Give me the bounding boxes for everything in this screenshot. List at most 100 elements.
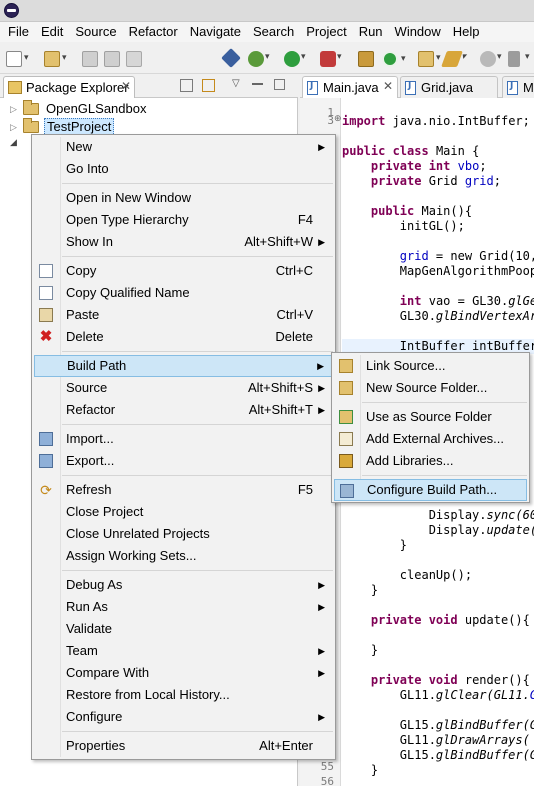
menu-item-export[interactable]: Export... — [34, 450, 333, 472]
menu-item-copy-qualified-name[interactable]: Copy Qualified Name — [34, 282, 333, 304]
menu-edit[interactable]: Edit — [35, 22, 69, 42]
collapse-all-icon[interactable] — [180, 79, 193, 92]
submenu-arrow-icon: ▶ — [318, 668, 325, 678]
menu-item-close-unrelated-projects[interactable]: Close Unrelated Projects — [34, 523, 333, 545]
menu-item-team[interactable]: Team ▶ — [34, 640, 333, 662]
menu-item-close-project[interactable]: Close Project — [34, 501, 333, 523]
tab-package-explorer[interactable]: Package Explorer ✕ — [3, 76, 135, 98]
code-line[interactable]: cleanUp(); — [342, 568, 472, 583]
menu-item-run-as[interactable]: Run As ▶ — [34, 596, 333, 618]
search-icon[interactable] — [441, 51, 463, 67]
code-line[interactable]: Display.update() — [342, 523, 534, 538]
tab-grid-java[interactable]: Grid.java — [400, 76, 498, 98]
code-line[interactable]: Display.sync(60) — [342, 508, 534, 523]
menu-item-configure-build-path[interactable]: Configure Build Path... — [334, 479, 527, 501]
tree-item-opengl-sandbox[interactable]: ▷ OpenGLSandbox — [10, 100, 210, 118]
menu-item-open-in-new-window[interactable]: Open in New Window — [34, 187, 333, 209]
menu-project[interactable]: Project — [300, 22, 352, 42]
tab-m[interactable]: M — [502, 76, 534, 98]
link-with-editor-icon[interactable] — [202, 79, 215, 92]
print-icon[interactable] — [126, 51, 142, 67]
code-line[interactable]: GL30.glBindVertexArr — [342, 309, 534, 324]
maximize-icon[interactable] — [274, 79, 285, 90]
code-line[interactable]: } — [342, 538, 407, 553]
menu-file[interactable]: File — [2, 22, 35, 42]
menu-item-delete[interactable]: ✖ Delete Delete — [34, 326, 333, 348]
menu-item-go-into[interactable]: Go Into — [34, 158, 333, 180]
close-icon[interactable]: ✕ — [121, 79, 131, 93]
menubar: File Edit Source Refactor Navigate Searc… — [0, 22, 534, 42]
menu-item-add-external-archives[interactable]: Add External Archives... — [334, 428, 527, 450]
new-class-icon[interactable] — [382, 51, 406, 67]
eclipse-app-icon[interactable] — [4, 3, 19, 18]
menu-refactor[interactable]: Refactor — [123, 22, 184, 42]
save-icon[interactable] — [82, 51, 98, 67]
code-line[interactable]: private Grid grid; — [342, 174, 501, 189]
menu-item-properties[interactable]: Properties Alt+Enter — [34, 735, 333, 757]
menu-run[interactable]: Run — [353, 22, 389, 42]
code-line[interactable]: } — [342, 763, 378, 778]
code-line[interactable]: initGL(); — [342, 219, 465, 234]
code-line[interactable]: MapGenAlgorithmPoop. — [342, 264, 534, 279]
menu-item-new[interactable]: New ▶ — [34, 136, 333, 158]
fold-icon[interactable]: ⊕ — [334, 114, 342, 124]
code-line[interactable]: int vao = GL30.glGen — [342, 294, 534, 309]
menu-item-debug-as[interactable]: Debug As ▶ — [34, 574, 333, 596]
code-line[interactable]: GL11.glDrawArrays( — [342, 733, 530, 748]
menu-item-copy[interactable]: Copy Ctrl+C — [34, 260, 333, 282]
new-java-project-icon[interactable] — [44, 51, 67, 67]
menu-item-validate[interactable]: Validate — [34, 618, 333, 640]
minimize-icon[interactable] — [252, 83, 263, 85]
save-all-icon[interactable] — [104, 51, 120, 67]
debug-icon[interactable] — [248, 51, 270, 67]
menu-item-use-as-source-folder[interactable]: Use as Source Folder — [334, 406, 527, 428]
view-menu-icon[interactable]: ▽ — [232, 78, 240, 89]
annotation-nav-icon[interactable] — [480, 51, 502, 67]
menu-item-show-in[interactable]: Show In Alt+Shift+W ▶ — [34, 231, 333, 253]
collapse-arrow-icon[interactable]: ◢ — [10, 138, 17, 148]
code-line[interactable]: grid = new Grid(10, — [342, 249, 534, 264]
menu-item-assign-working-sets[interactable]: Assign Working Sets... — [34, 545, 333, 567]
code-line[interactable]: } — [342, 643, 378, 658]
menu-item-refresh[interactable]: ⟳ Refresh F5 — [34, 479, 333, 501]
code-line[interactable]: public class Main { — [342, 144, 479, 159]
menu-item-link-source[interactable]: Link Source... — [334, 355, 527, 377]
menu-item-paste[interactable]: Paste Ctrl+V — [34, 304, 333, 326]
menu-item-import[interactable]: Import... — [34, 428, 333, 450]
menu-search[interactable]: Search — [247, 22, 300, 42]
tab-main-java[interactable]: Main.java ✕ — [302, 76, 398, 98]
back-icon[interactable] — [508, 51, 530, 67]
code-line[interactable]: GL15.glBindBuffer(GL — [342, 718, 534, 733]
skip-breakpoints-icon[interactable] — [221, 48, 241, 68]
run-icon[interactable] — [284, 51, 306, 67]
menu-item-configure[interactable]: Configure ▶ — [34, 706, 333, 728]
menu-item-open-type-hierarchy[interactable]: Open Type Hierarchy F4 — [34, 209, 333, 231]
code-line[interactable]: import java.nio.IntBuffer; — [342, 114, 530, 129]
code-line[interactable]: GL11.glClear(GL11.GL — [342, 688, 534, 703]
menu-item-new-source-folder[interactable]: New Source Folder... — [334, 377, 527, 399]
code-line[interactable]: private void render(){ — [342, 673, 530, 688]
menu-item-refactor[interactable]: Refactor Alt+Shift+T ▶ — [34, 399, 333, 421]
open-type-icon[interactable] — [418, 51, 441, 67]
menu-window[interactable]: Window — [389, 22, 447, 42]
menu-item-restore-from-local-history[interactable]: Restore from Local History... — [34, 684, 333, 706]
run-external-tools-icon[interactable] — [320, 51, 342, 67]
code-line[interactable]: } — [342, 583, 378, 598]
close-icon[interactable]: ✕ — [383, 79, 393, 93]
expand-arrow-icon[interactable]: ▷ — [10, 100, 20, 118]
code-line[interactable]: private void update(){ — [342, 613, 530, 628]
menu-help[interactable]: Help — [447, 22, 486, 42]
new-package-icon[interactable] — [358, 51, 374, 67]
code-line[interactable]: GL15.glBindBuffer(GL — [342, 748, 534, 763]
menu-source[interactable]: Source — [69, 22, 122, 42]
code-line[interactable]: private int vbo; — [342, 159, 487, 174]
menu-item-source[interactable]: Source Alt+Shift+S ▶ — [34, 377, 333, 399]
menu-navigate[interactable]: Navigate — [184, 22, 247, 42]
menu-item-compare-with[interactable]: Compare With ▶ — [34, 662, 333, 684]
menu-item-build-path[interactable]: Build Path ▶ — [34, 355, 333, 377]
expand-arrow-icon[interactable]: ▷ — [10, 118, 20, 136]
new-icon[interactable] — [6, 51, 29, 67]
menu-item-add-libraries[interactable]: Add Libraries... — [334, 450, 527, 472]
code-line[interactable]: public Main(){ — [342, 204, 472, 219]
tab-label: Grid.java — [421, 80, 474, 95]
